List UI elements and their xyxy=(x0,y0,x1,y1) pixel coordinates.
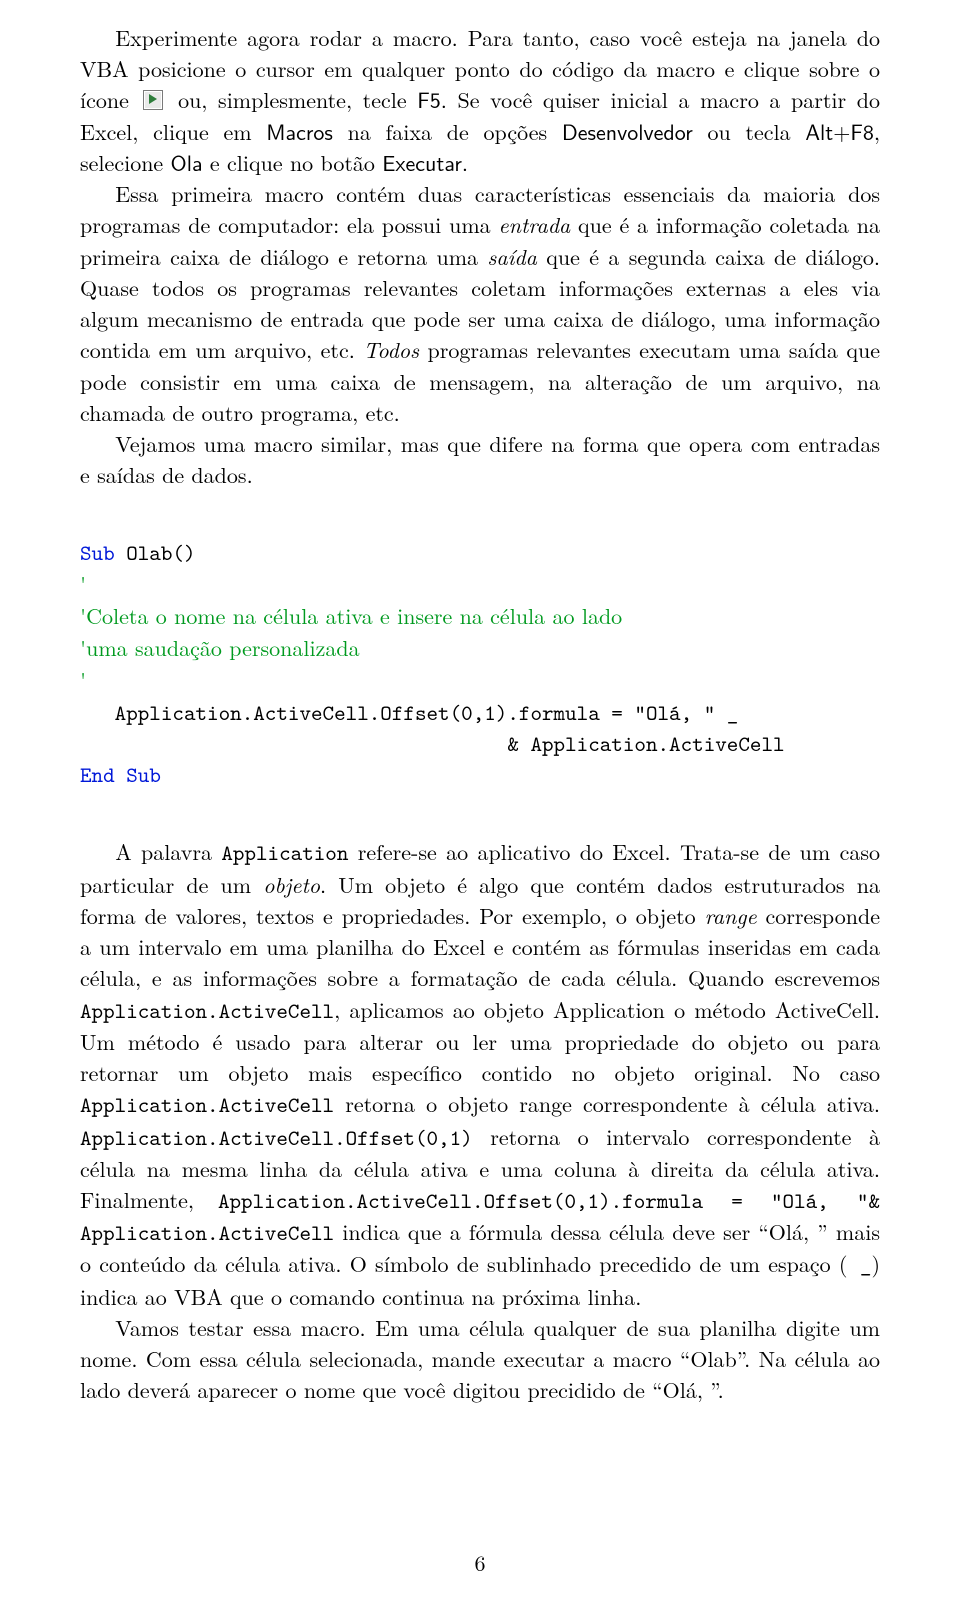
emph-objeto: objeto xyxy=(263,869,320,900)
text: ou, simplesmente, tecle xyxy=(167,84,417,115)
text: e clique no botão xyxy=(203,147,383,178)
document-page: Experimente agora rodar a macro. Para ta… xyxy=(0,0,960,1606)
paragraph-1: Experimente agora rodar a macro. Para ta… xyxy=(80,22,880,178)
ui-executar: Executar xyxy=(382,146,462,178)
macro-ola: Ola xyxy=(171,146,203,178)
code-text: Olab() xyxy=(115,538,196,567)
paragraph-3: Vejamos uma macro similar, mas que difer… xyxy=(80,428,880,490)
paragraph-2: Essa primeira macro contém duas caracter… xyxy=(80,178,880,428)
code-comment: 'uma saudação personalizada xyxy=(80,632,360,663)
emph-entrada: entrada xyxy=(499,209,571,240)
keyword-sub-end: Sub xyxy=(126,760,161,789)
text: Vamos testar essa macro. Em uma célula q… xyxy=(80,1312,880,1405)
ui-desenvolvedor: Desenvolvedor xyxy=(562,115,693,147)
code-inline: Application.ActiveCell xyxy=(80,1090,334,1119)
code-inline: Application xyxy=(221,838,348,867)
code-block-olab: Sub Olab() ' 'Coleta o nome na célula at… xyxy=(80,537,880,791)
text: ou tecla xyxy=(693,116,806,147)
key-altf8: Alt+F8 xyxy=(805,115,874,147)
text: na faixa de opções xyxy=(333,116,562,147)
code-text: Application.ActiveCell.Offset(0,1).formu… xyxy=(80,698,738,727)
ui-macros: Macros xyxy=(266,115,333,147)
keyword-sub: Sub xyxy=(80,538,115,567)
run-icon xyxy=(143,90,163,110)
paragraph-4: A palavra Application refere-se ao aplic… xyxy=(80,836,880,1312)
code-comment: ' xyxy=(80,568,86,599)
emph-range: range xyxy=(705,900,757,931)
key-f5: F5 xyxy=(417,83,441,115)
code-inline: Application.ActiveCell xyxy=(80,996,334,1025)
code-inline: _ xyxy=(847,1250,871,1279)
paragraph-5: Vamos testar essa macro. Em uma célula q… xyxy=(80,1312,880,1406)
keyword-end: End xyxy=(80,760,115,789)
code-text: & Application.ActiveCell xyxy=(80,729,785,758)
emph-saida: saída xyxy=(487,241,536,272)
code-text xyxy=(115,760,127,789)
text: . xyxy=(462,147,468,178)
text: Vejamos uma macro similar, mas que difer… xyxy=(80,428,880,490)
code-comment: ' xyxy=(80,664,86,695)
text: A palavra xyxy=(115,836,221,867)
text: retorna o objeto range correspondente à … xyxy=(334,1088,880,1119)
code-inline: Application.ActiveCell.Offset(0,1) xyxy=(80,1123,473,1152)
emph-todos: Todos xyxy=(363,334,419,365)
code-comment: 'Coleta o nome na célula ativa e insere … xyxy=(80,600,622,631)
page-number: 6 xyxy=(0,1547,960,1578)
